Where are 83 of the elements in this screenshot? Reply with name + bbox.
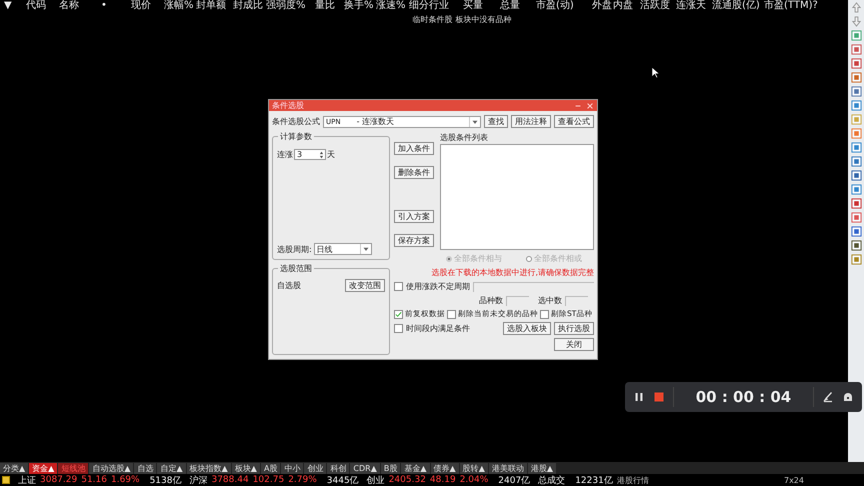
market-tab[interactable]: 资金▲ bbox=[29, 462, 58, 474]
index-percent: 2.04% bbox=[460, 475, 488, 485]
index-percent: 1.69% bbox=[110, 475, 140, 485]
formula-button[interactable]: 用法注释 bbox=[511, 115, 551, 128]
index-turnover: 5138亿 bbox=[150, 474, 182, 486]
market-tab[interactable]: 股转▲ bbox=[460, 462, 488, 474]
market-tab[interactable]: 板块指数▲ bbox=[186, 462, 231, 474]
market-tab[interactable]: 债券▲ bbox=[430, 462, 459, 474]
index-change: 51.16 bbox=[81, 475, 107, 485]
index-turnover: 3445亿 bbox=[326, 474, 359, 486]
column-header[interactable]: 涨幅% bbox=[164, 0, 196, 12]
market-tab[interactable]: 港美联动 bbox=[488, 462, 527, 474]
market-tab[interactable]: 分类▲ bbox=[0, 462, 28, 474]
market-tab[interactable]: A股 bbox=[260, 462, 280, 474]
column-header[interactable]: 封成比 bbox=[233, 0, 266, 12]
formula-label: 条件选股公式 bbox=[272, 116, 320, 127]
param-label: 连涨 bbox=[277, 149, 293, 160]
select-button[interactable]: 执行选股 bbox=[554, 322, 594, 335]
param-field[interactable]: 3 bbox=[294, 149, 326, 160]
count-label: 选中数 bbox=[538, 295, 562, 306]
clock-label: 7x24 bbox=[784, 476, 804, 484]
column-header[interactable]: 换手% bbox=[344, 0, 376, 12]
column-header[interactable]: 连涨天 bbox=[676, 0, 712, 12]
index-value: 2405.32 bbox=[388, 475, 426, 485]
index-value: 3788.44 bbox=[211, 475, 249, 485]
market-tab[interactable]: 港股▲ bbox=[528, 462, 556, 474]
column-header[interactable]: ▼ bbox=[4, 0, 26, 12]
variable-period-checkbox[interactable]: 使用涨跌不定周期 bbox=[394, 281, 470, 292]
formula-button[interactable]: 查找 bbox=[484, 115, 508, 128]
index-change: 48.19 bbox=[430, 475, 456, 485]
index-name: 创业 bbox=[366, 474, 385, 486]
column-header[interactable]: 总量 bbox=[500, 0, 536, 12]
market-tab[interactable]: 板块▲ bbox=[232, 462, 260, 474]
index-turnover: 2407亿 bbox=[498, 474, 530, 486]
timer-text: 00 : 00 : 04 bbox=[694, 388, 792, 406]
group-title: 计算参数 bbox=[278, 131, 314, 142]
market-tab[interactable]: 中小 bbox=[281, 462, 304, 474]
group-title: 选股范围 bbox=[278, 263, 314, 274]
select-button[interactable]: 选股入板块 bbox=[503, 322, 551, 335]
column-header[interactable]: 代码 bbox=[26, 0, 59, 12]
list-label: 选股条件列表 bbox=[440, 132, 489, 143]
ticker-text: 港股行情 bbox=[616, 474, 649, 486]
index-name: 沪深 bbox=[189, 474, 208, 486]
index-change: 102.75 bbox=[252, 475, 284, 485]
index-percent: 2.79% bbox=[288, 475, 317, 485]
warning-text: 选股在下载的本地数据中进行,请确保数据完整 bbox=[431, 267, 594, 278]
turnover-label: 总成交 bbox=[538, 474, 566, 486]
condition-button[interactable]: 加入条件 bbox=[394, 142, 434, 155]
column-header[interactable]: 买量 bbox=[463, 0, 500, 12]
market-tab[interactable]: B股 bbox=[380, 462, 400, 474]
condition-button[interactable]: 引入方案 bbox=[394, 210, 434, 223]
period-dropdown[interactable]: 日线 bbox=[314, 243, 372, 255]
column-header[interactable]: 量比 bbox=[315, 0, 344, 12]
market-tab[interactable]: CDR▲ bbox=[350, 462, 380, 474]
column-header[interactable]: 外盘 bbox=[592, 0, 613, 12]
condition-button[interactable]: 保存方案 bbox=[394, 234, 434, 247]
column-header[interactable]: ? bbox=[812, 0, 842, 12]
time-option-checkbox[interactable]: 时间段内满足条件 bbox=[394, 323, 470, 334]
condition-button[interactable]: 删除条件 bbox=[394, 166, 434, 179]
index-value: 3087.29 bbox=[40, 475, 78, 485]
market-tab[interactable]: 创业 bbox=[304, 462, 326, 474]
column-header[interactable]: 涨速% bbox=[376, 0, 409, 12]
param-unit: 天 bbox=[327, 149, 335, 160]
close-button[interactable]: 关闭 bbox=[554, 338, 594, 351]
market-tab[interactable]: 自定▲ bbox=[157, 462, 186, 474]
column-header[interactable]: 细分行业 bbox=[409, 0, 463, 12]
column-header[interactable]: 内盘 bbox=[613, 0, 640, 12]
column-header[interactable]: 现价 bbox=[131, 0, 164, 12]
market-tab[interactable]: 科创 bbox=[327, 462, 350, 474]
column-header[interactable]: 名称 bbox=[59, 0, 101, 12]
turnover-value: 12231亿 bbox=[575, 474, 613, 486]
index-name: 上证 bbox=[18, 474, 36, 486]
formula-button[interactable]: 查看公式 bbox=[554, 115, 594, 128]
dialog-title: 条件选股 bbox=[272, 100, 305, 111]
range-value: 自选股 bbox=[277, 280, 301, 291]
period-label: 选股周期: bbox=[277, 244, 312, 254]
count-label: 品种数 bbox=[479, 295, 503, 306]
market-tab[interactable]: 基金▲ bbox=[401, 462, 430, 474]
change-range-button[interactable]: 改变范围 bbox=[345, 279, 385, 292]
market-tab[interactable]: 自动选股▲ bbox=[89, 462, 134, 474]
notice-text: 临时条件股 板块中没有品种 bbox=[412, 14, 512, 25]
market-tab[interactable]: 自选 bbox=[134, 462, 156, 474]
column-header[interactable]: • bbox=[101, 0, 131, 12]
